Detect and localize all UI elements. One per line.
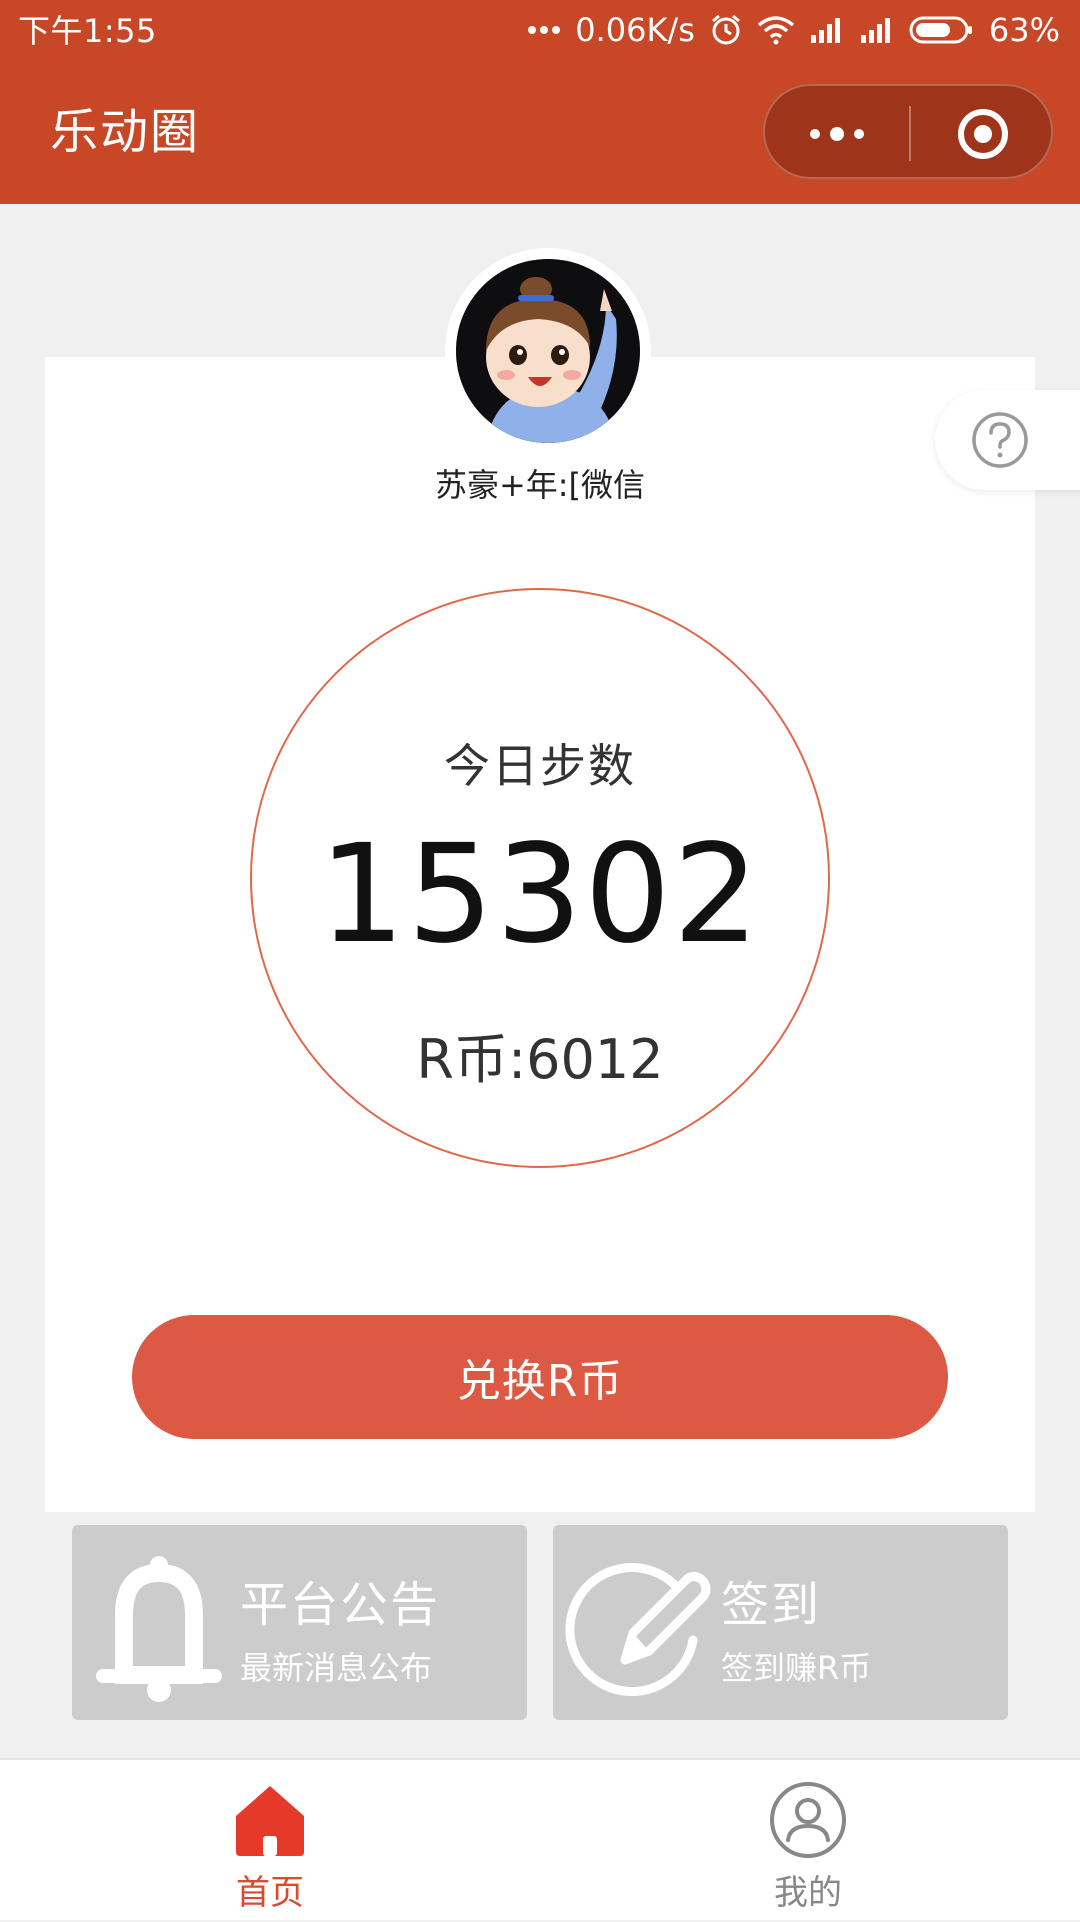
tab-home[interactable]: 首页 xyxy=(170,1760,370,1922)
user-icon xyxy=(770,1782,846,1858)
status-time: 下午1:55 xyxy=(18,12,157,50)
avatar-frame xyxy=(445,248,651,454)
status-icons: 0.06K/s 63% xyxy=(527,10,1060,50)
tab-mine-label: 我的 xyxy=(774,1873,842,1913)
battery-icon xyxy=(909,15,975,45)
mini-program-capsule xyxy=(763,84,1053,179)
network-speed: 0.06K/s xyxy=(575,11,695,49)
wifi-icon xyxy=(757,15,795,45)
coins-balance: R币:6012 xyxy=(416,1028,664,1091)
more-dots-icon xyxy=(810,126,864,141)
sign-in-title: 签到 xyxy=(721,1577,822,1633)
home-icon xyxy=(236,1786,304,1856)
bottom-tab-bar: 首页 我的 xyxy=(0,1758,1080,1920)
sign-in-subtitle: 签到赚R币 xyxy=(721,1649,872,1687)
more-dots-icon xyxy=(527,25,561,35)
announcement-tile[interactable]: 平台公告 最新消息公布 xyxy=(72,1525,527,1720)
tab-home-label: 首页 xyxy=(236,1873,304,1913)
page-title: 乐动圈 xyxy=(50,104,201,160)
tab-mine[interactable]: 我的 xyxy=(708,1760,908,1922)
bell-icon xyxy=(96,1556,222,1702)
status-bar: 下午1:55 0.06K/s 63% xyxy=(0,0,1080,62)
help-icon xyxy=(972,412,1028,468)
app-header: 下午1:55 0.06K/s 63% 乐动圈 xyxy=(0,0,1080,204)
steps-value: 15302 xyxy=(318,816,762,974)
username: 苏豪+年:[微信 xyxy=(434,466,646,504)
steps-label: 今日步数 xyxy=(444,739,636,793)
step-counter-ring: 今日步数 15302 R币:6012 xyxy=(250,588,830,1168)
signal-icon xyxy=(809,15,845,45)
signal-icon xyxy=(859,15,895,45)
target-close-icon xyxy=(958,108,1008,159)
sign-in-tile[interactable]: 签到 签到赚R币 xyxy=(553,1525,1008,1720)
avatar[interactable] xyxy=(456,259,640,443)
announcement-title: 平台公告 xyxy=(240,1577,441,1633)
announcement-subtitle: 最新消息公布 xyxy=(240,1649,433,1687)
exchange-coins-button[interactable]: 兑换R币 xyxy=(132,1315,948,1439)
more-button[interactable] xyxy=(765,86,909,181)
battery-percent: 63% xyxy=(988,11,1060,49)
alarm-icon xyxy=(709,13,743,47)
help-button[interactable] xyxy=(935,390,1080,490)
close-mini-program-button[interactable] xyxy=(911,86,1055,181)
sign-in-pen-icon xyxy=(565,1563,711,1696)
